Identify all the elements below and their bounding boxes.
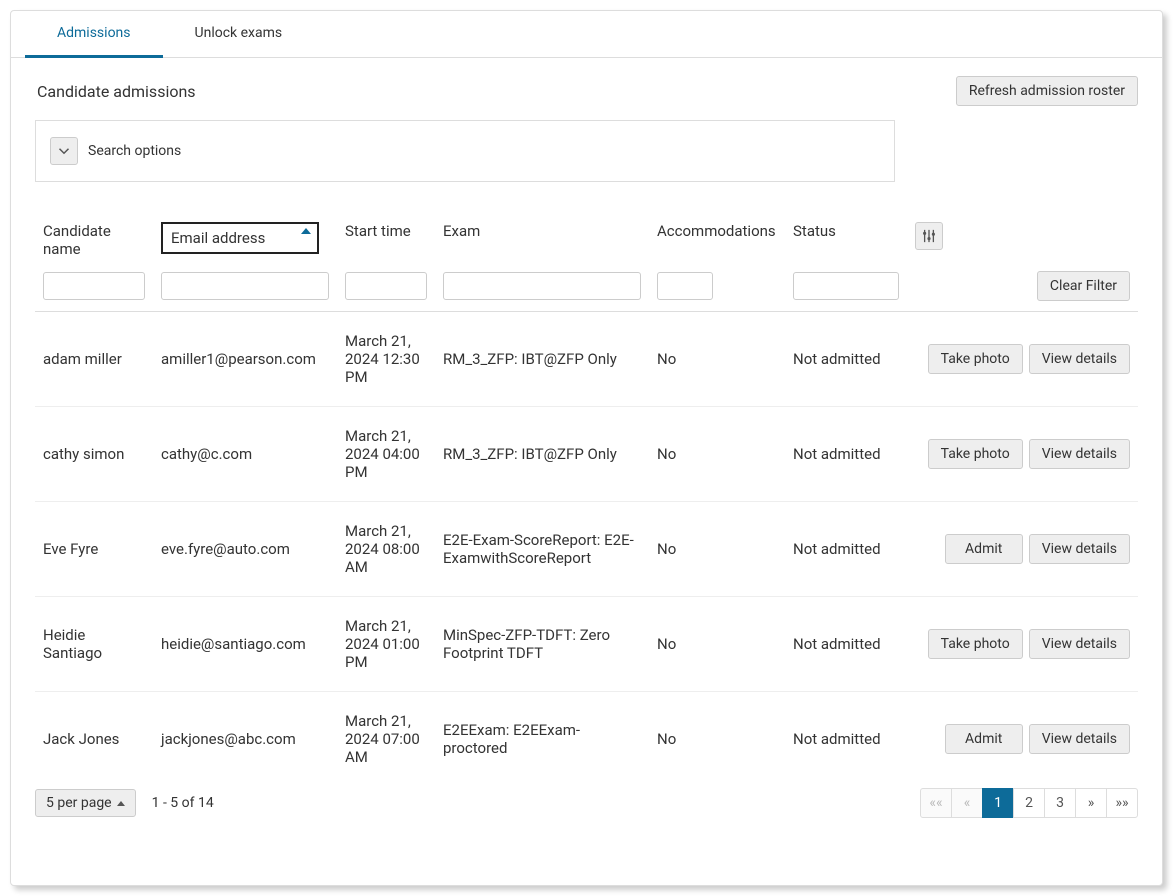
view-details-button[interactable]: View details: [1029, 344, 1130, 374]
table-row: Jack Jonesjackjones@abc.comMarch 21, 202…: [35, 692, 1138, 787]
page-number-button[interactable]: 3: [1044, 788, 1076, 818]
cell-name: cathy simon: [35, 407, 153, 502]
cell-email: eve.fyre@auto.com: [153, 502, 337, 597]
view-details-button[interactable]: View details: [1029, 439, 1130, 469]
cell-email: heidie@santiago.com: [153, 597, 337, 692]
cell-exam: E2EExam: E2EExam-proctored: [435, 692, 649, 787]
filter-status-input[interactable]: [793, 272, 899, 300]
table-settings-button[interactable]: [915, 222, 943, 250]
cell-status: Not admitted: [785, 502, 907, 597]
view-details-button[interactable]: View details: [1029, 724, 1130, 754]
table-row: cathy simoncathy@c.comMarch 21, 2024 04:…: [35, 407, 1138, 502]
cell-start: March 21, 2024 08:00 AM: [337, 502, 435, 597]
cell-start: March 21, 2024 04:00 PM: [337, 407, 435, 502]
cell-accom: No: [649, 597, 785, 692]
filter-accom-input[interactable]: [657, 272, 713, 300]
cell-exam: RM_3_ZFP: IBT@ZFP Only: [435, 312, 649, 407]
cell-status: Not admitted: [785, 312, 907, 407]
page-number-button[interactable]: 2: [1013, 788, 1045, 818]
cell-status: Not admitted: [785, 597, 907, 692]
cell-exam: E2E-Exam-ScoreReport: E2E-ExamwithScoreR…: [435, 502, 649, 597]
col-header-name[interactable]: Candidate name: [35, 216, 153, 268]
admissions-table: Candidate name Email address Start time …: [35, 216, 1138, 786]
tabs: Admissions Unlock exams: [11, 11, 1162, 58]
col-header-status[interactable]: Status: [785, 216, 907, 268]
chevron-down-icon: [58, 145, 70, 157]
filter-start-input[interactable]: [345, 272, 427, 300]
row-primary-action-button[interactable]: Take photo: [928, 629, 1023, 659]
cell-start: March 21, 2024 12:30 PM: [337, 312, 435, 407]
cell-status: Not admitted: [785, 407, 907, 502]
search-options-panel: Search options: [35, 120, 895, 182]
row-primary-action-button[interactable]: Admit: [945, 534, 1023, 564]
cell-start: March 21, 2024 01:00 PM: [337, 597, 435, 692]
page-last-button[interactable]: »»: [1106, 788, 1138, 818]
per-page-selector[interactable]: 5 per page: [35, 789, 136, 817]
row-primary-action-button[interactable]: Take photo: [928, 344, 1023, 374]
filter-email-input[interactable]: [161, 272, 329, 300]
section-header: Candidate admissions Refresh admission r…: [11, 58, 1162, 120]
expand-search-button[interactable]: [50, 137, 78, 165]
col-header-start[interactable]: Start time: [337, 216, 435, 268]
page-number-button[interactable]: 1: [982, 788, 1014, 818]
cell-accom: No: [649, 502, 785, 597]
page-next-button[interactable]: »: [1075, 788, 1107, 818]
page-prev-button[interactable]: «: [951, 788, 983, 818]
page-first-button[interactable]: ««: [920, 788, 952, 818]
sort-asc-icon: [301, 228, 311, 234]
refresh-roster-button[interactable]: Refresh admission roster: [956, 76, 1138, 106]
caret-up-icon: [117, 801, 125, 806]
page-title: Candidate admissions: [37, 82, 196, 101]
cell-accom: No: [649, 692, 785, 787]
filter-exam-input[interactable]: [443, 272, 641, 300]
cell-email: amiller1@pearson.com: [153, 312, 337, 407]
view-details-button[interactable]: View details: [1029, 629, 1130, 659]
row-primary-action-button[interactable]: Admit: [945, 724, 1023, 754]
row-primary-action-button[interactable]: Take photo: [928, 439, 1023, 469]
search-options-label: Search options: [88, 143, 181, 159]
clear-filter-button[interactable]: Clear Filter: [1037, 271, 1130, 301]
col-header-accom[interactable]: Accommodations: [649, 216, 785, 268]
cell-email: jackjones@abc.com: [153, 692, 337, 787]
pagination-bar: 5 per page 1 - 5 of 14 «« « 123 » »»: [35, 786, 1138, 818]
cell-email: cathy@c.com: [153, 407, 337, 502]
cell-status: Not admitted: [785, 692, 907, 787]
filter-name-input[interactable]: [43, 272, 145, 300]
table-row: adam milleramiller1@pearson.comMarch 21,…: [35, 312, 1138, 407]
cell-accom: No: [649, 312, 785, 407]
cell-start: March 21, 2024 07:00 AM: [337, 692, 435, 787]
cell-name: Heidie Santiago: [35, 597, 153, 692]
page-nav: «« « 123 » »»: [921, 788, 1138, 818]
col-header-exam[interactable]: Exam: [435, 216, 649, 268]
cell-exam: RM_3_ZFP: IBT@ZFP Only: [435, 407, 649, 502]
view-details-button[interactable]: View details: [1029, 534, 1130, 564]
sliders-icon: [922, 229, 936, 243]
col-header-email-label: Email address: [171, 229, 265, 247]
cell-name: Eve Fyre: [35, 502, 153, 597]
per-page-label: 5 per page: [46, 795, 112, 811]
page-range-label: 1 - 5 of 14: [152, 795, 214, 811]
table-row: Eve Fyreeve.fyre@auto.comMarch 21, 2024 …: [35, 502, 1138, 597]
table-row: Heidie Santiagoheidie@santiago.comMarch …: [35, 597, 1138, 692]
col-header-email[interactable]: Email address: [153, 216, 337, 268]
tab-admissions[interactable]: Admissions: [25, 11, 163, 58]
cell-name: adam miller: [35, 312, 153, 407]
cell-accom: No: [649, 407, 785, 502]
cell-name: Jack Jones: [35, 692, 153, 787]
tab-unlock-exams[interactable]: Unlock exams: [163, 11, 315, 57]
cell-exam: MinSpec-ZFP-TDFT: Zero Footprint TDFT: [435, 597, 649, 692]
